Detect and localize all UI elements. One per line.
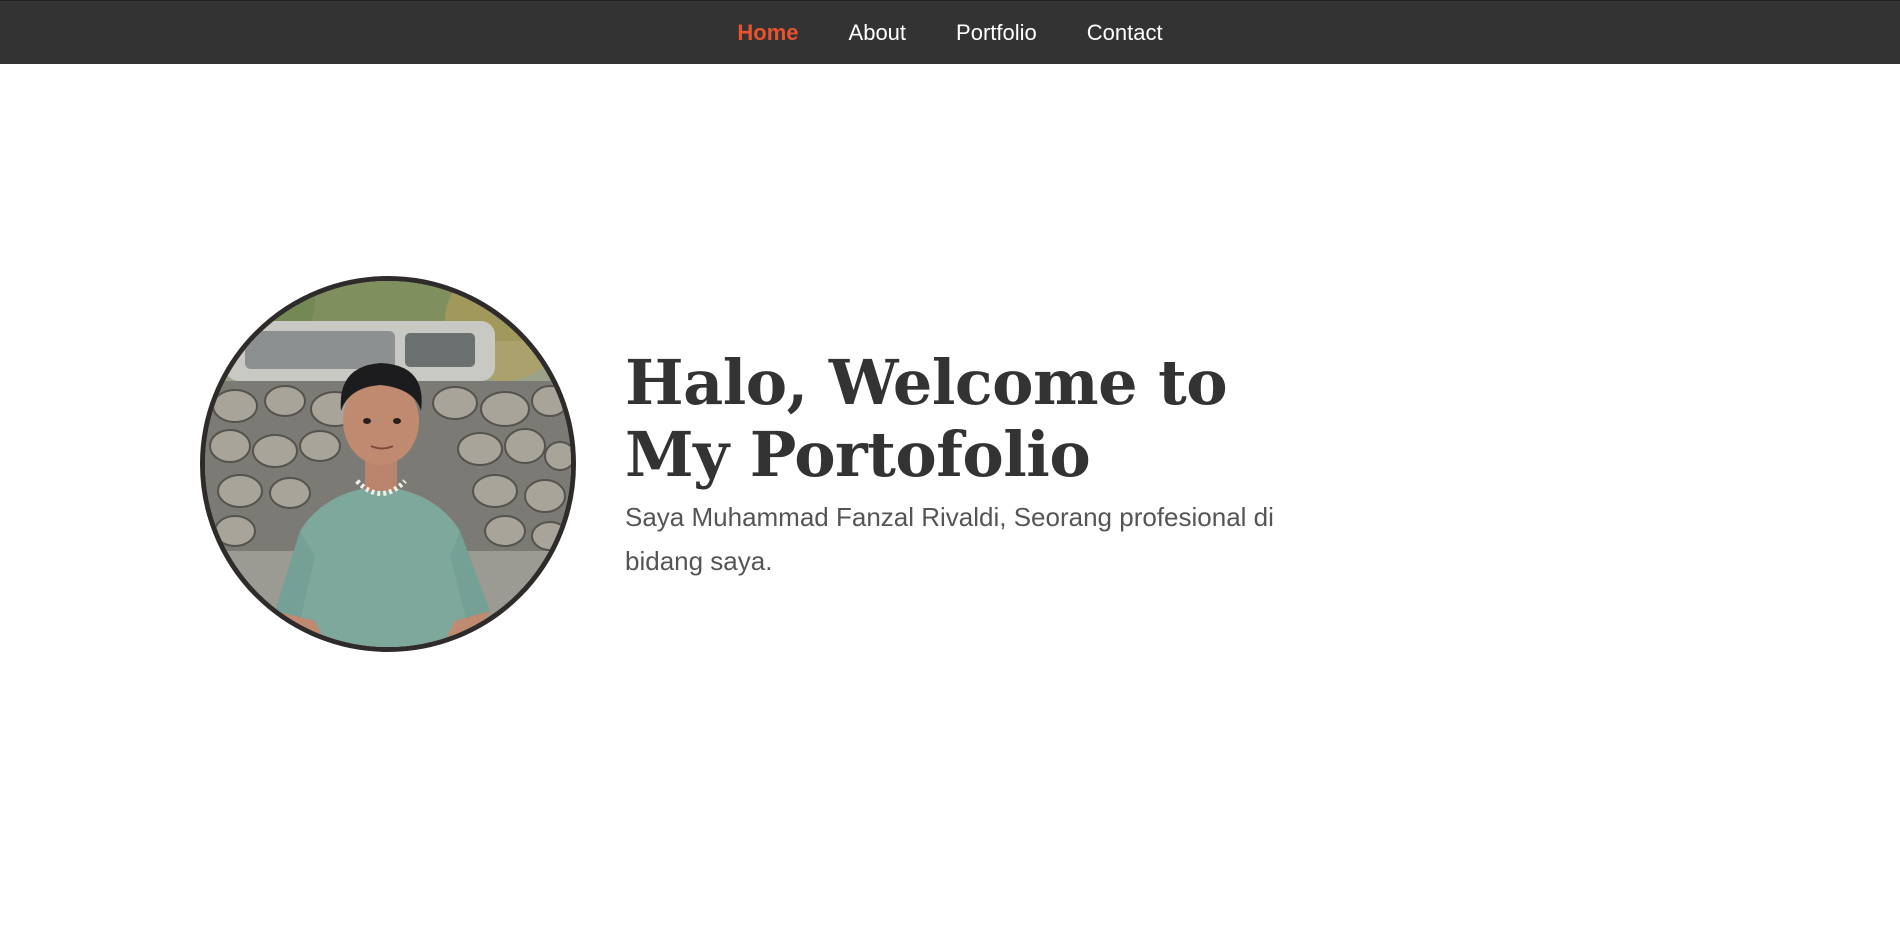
nav-link-contact[interactable]: Contact xyxy=(1062,1,1188,65)
hero-section: Halo, Welcome to My Portofolio Saya Muha… xyxy=(0,64,1900,926)
avatar xyxy=(200,276,576,652)
hero-text: Halo, Welcome to My Portofolio Saya Muha… xyxy=(625,347,1345,583)
top-navbar: Home About Portfolio Contact xyxy=(0,0,1900,64)
nav-link-home[interactable]: Home xyxy=(712,1,823,65)
hero-subtitle: Saya Muhammad Fanzal Rivaldi, Seorang pr… xyxy=(625,502,1274,576)
nav-menu: Home About Portfolio Contact xyxy=(0,1,1900,65)
nav-link-portfolio[interactable]: Portfolio xyxy=(931,1,1062,65)
hero-title: Halo, Welcome to My Portofolio xyxy=(625,346,1228,491)
nav-link-about[interactable]: About xyxy=(824,1,932,65)
profile-photo-icon xyxy=(205,281,571,647)
